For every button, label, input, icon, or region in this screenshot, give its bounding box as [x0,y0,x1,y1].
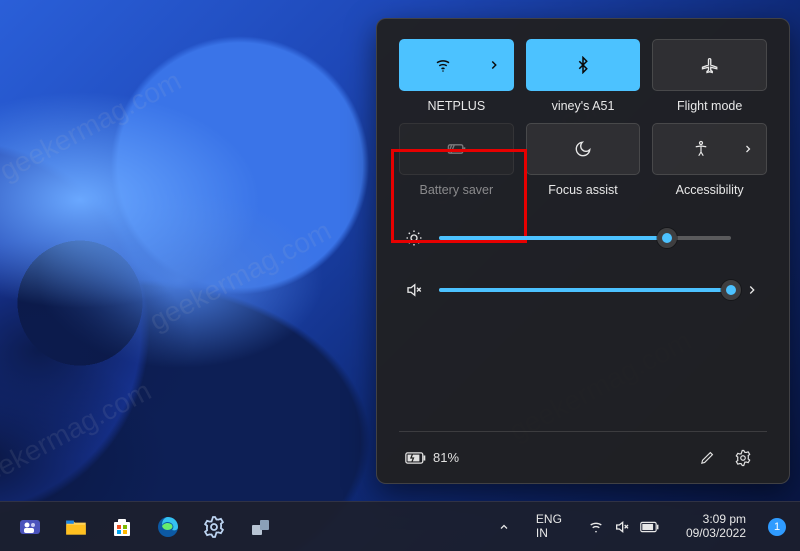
sliders [399,229,767,299]
tile-accessibility: Accessibility [652,123,767,197]
volume-tray-icon [614,519,630,535]
chevron-right-icon[interactable] [742,143,754,155]
volume-muted-icon[interactable] [403,281,425,299]
edge-icon[interactable] [148,507,188,547]
brightness-thumb[interactable] [657,228,677,248]
quick-settings-footer: 81% [399,431,767,483]
quick-settings-grid: NETPLUS viney's A51 Flight mode [399,39,767,197]
notification-center[interactable]: 1 [764,514,790,540]
tile-bluetooth: viney's A51 [526,39,641,113]
tray-overflow-chevron[interactable] [490,517,518,537]
quick-settings-panel: NETPLUS viney's A51 Flight mode [376,18,790,484]
focus-assist-toggle[interactable] [526,123,641,175]
wifi-label: NETPLUS [428,99,486,113]
wifi-toggle[interactable] [399,39,514,91]
desktop: geekermag.com geekermag.com geekermag.co… [0,0,800,551]
wifi-icon [434,56,452,74]
file-explorer-icon[interactable] [56,507,96,547]
bluetooth-toggle[interactable] [526,39,641,91]
brightness-fill [439,236,667,240]
taskbar: ENG IN 3:09 pm 09/03/2022 1 [0,501,800,551]
flight-mode-toggle[interactable] [652,39,767,91]
flight-mode-label: Flight mode [677,99,742,113]
focus-assist-label: Focus assist [548,183,617,197]
settings-button[interactable] [725,440,761,476]
volume-thumb[interactable] [721,280,741,300]
volume-fill [439,288,731,292]
accessibility-icon [692,140,710,158]
microsoft-store-icon[interactable] [102,507,142,547]
battery-saver-icon [445,140,467,158]
notification-badge: 1 [768,518,786,536]
lang-secondary: IN [536,527,562,540]
tile-battery-saver: Battery saver [399,123,514,197]
battery-saver-toggle[interactable] [399,123,514,175]
system-tray[interactable] [580,515,668,539]
brightness-slider-row [403,229,763,247]
tile-focus-assist: Focus assist [526,123,641,197]
app-icon[interactable] [240,507,280,547]
battery-tray-icon [640,520,660,534]
brightness-slider[interactable] [439,236,731,240]
chevron-right-icon[interactable] [487,58,501,72]
accessibility-label: Accessibility [676,183,744,197]
tile-wifi: NETPLUS [399,39,514,113]
wifi-tray-icon [588,519,604,535]
moon-icon [574,140,592,158]
bluetooth-label: viney's A51 [552,99,615,113]
bluetooth-icon [574,56,592,74]
volume-slider[interactable] [439,288,731,292]
teams-icon[interactable] [10,507,50,547]
clock[interactable]: 3:09 pm 09/03/2022 [678,509,754,545]
accessibility-toggle[interactable] [652,123,767,175]
taskbar-pinned-apps [10,507,280,547]
clock-date: 09/03/2022 [686,527,746,541]
clock-time: 3:09 pm [686,513,746,527]
brightness-icon [403,229,425,247]
language-indicator[interactable]: ENG IN [528,509,570,543]
battery-saver-label: Battery saver [420,183,494,197]
taskbar-tray: ENG IN 3:09 pm 09/03/2022 1 [490,509,790,545]
battery-charging-icon[interactable]: 81% [405,450,459,465]
volume-slider-row [403,281,763,299]
volume-output-chevron[interactable] [745,283,763,297]
battery-percent: 81% [433,450,459,465]
lang-primary: ENG [536,513,562,526]
edit-quick-settings-button[interactable] [689,440,725,476]
settings-app-icon[interactable] [194,507,234,547]
airplane-icon [701,56,719,74]
tile-flight-mode: Flight mode [652,39,767,113]
